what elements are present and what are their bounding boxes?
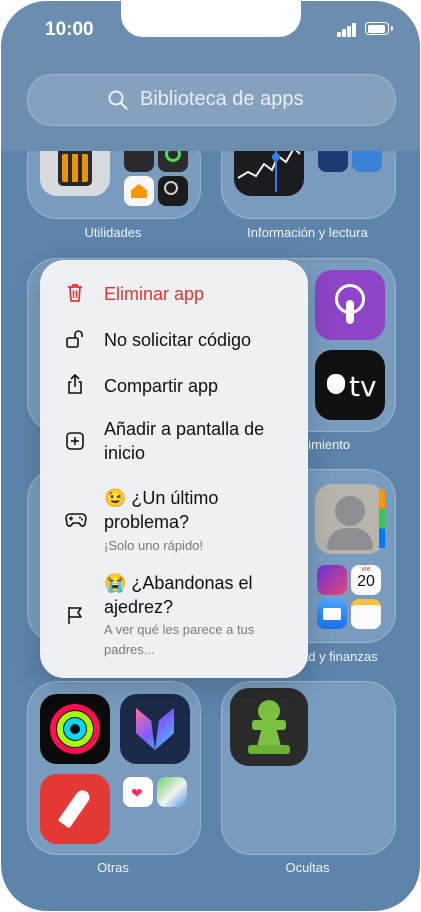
menu-item-abandon-chess[interactable]: 😭 ¿Abandonas el ajedrez? A ver qué les p… — [40, 570, 308, 660]
folder-label-ocultas: Ocultas — [285, 860, 330, 875]
cellular-signal-icon — [337, 23, 357, 37]
notes-app-icon[interactable] — [351, 599, 381, 629]
phone-frame: 10:00 Biblioteca de apps Utilidades Info… — [0, 0, 421, 912]
mail-app-icon[interactable] — [317, 599, 347, 629]
gamepad-icon — [65, 513, 87, 527]
menu-item-add-to-home[interactable]: Añadir a pantalla de inicio — [40, 414, 308, 468]
calendar-day-number: 20 — [357, 573, 375, 590]
menu-item-label: Eliminar app — [104, 284, 205, 304]
menu-item-share-app[interactable]: Compartir app — [40, 368, 308, 404]
magnifier-app-icon[interactable] — [158, 176, 188, 206]
folder-label-otras: Otras — [97, 860, 129, 875]
flag-icon — [68, 607, 82, 624]
menu-item-label: 😉 ¿Un último problema? — [104, 488, 219, 532]
add-square-icon — [66, 432, 84, 450]
menu-item-sublabel: A ver qué les parece a tus padres... — [104, 622, 255, 657]
folder-label-productividad: ad y finanzas — [301, 649, 378, 664]
chess-app-icon[interactable] — [230, 688, 308, 766]
menu-item-label: 😭 ¿Abandonas el ajedrez? — [104, 573, 253, 617]
calendar-day-abbr: vie — [361, 566, 371, 573]
calendar-app-icon[interactable]: vie 20 — [351, 565, 381, 595]
screen: 10:00 Biblioteca de apps Utilidades Info… — [1, 1, 420, 911]
folder-label-informacion: Información y lectura — [247, 225, 368, 240]
context-menu: Eliminar app No solicitar código Compart… — [40, 260, 308, 678]
home-app-icon[interactable] — [124, 176, 154, 206]
folder-label-entretenimiento: nimiento — [301, 437, 351, 452]
status-time: 10:00 — [45, 19, 94, 40]
status-bar: 10:00 — [1, 15, 420, 45]
rocket-app-icon[interactable] — [40, 774, 110, 844]
menu-item-label: Compartir app — [104, 376, 219, 396]
maps-app-icon[interactable] — [157, 777, 187, 807]
menu-item-no-passcode[interactable]: No solicitar código — [40, 322, 308, 358]
apple-tv-app-icon[interactable]: tv — [315, 350, 385, 420]
folder-ocultas[interactable] — [221, 681, 396, 855]
menu-item-label: No solicitar código — [104, 330, 252, 350]
menu-item-delete-app[interactable]: Eliminar app — [40, 276, 308, 312]
contacts-app-icon[interactable] — [315, 484, 385, 554]
app-library-search[interactable]: Biblioteca de apps — [27, 74, 396, 126]
folder-otras[interactable]: ❤ — [27, 681, 201, 855]
mindfulness-app-icon[interactable] — [120, 694, 190, 764]
search-icon — [108, 90, 128, 110]
shortcuts-app-icon[interactable] — [317, 565, 347, 595]
unlock-icon — [66, 330, 83, 348]
menu-item-sublabel: ¡Solo uno rápido! — [104, 538, 204, 553]
battery-icon — [365, 22, 393, 35]
menu-item-label: Añadir a pantalla de inicio — [104, 419, 265, 463]
menu-item-one-more-puzzle[interactable]: 😉 ¿Un último problema? ¡Solo uno rápido! — [40, 484, 308, 556]
search-placeholder: Biblioteca de apps — [140, 88, 304, 110]
fitness-app-icon[interactable] — [40, 694, 110, 764]
podcasts-app-icon[interactable] — [315, 270, 385, 340]
share-icon — [68, 374, 82, 394]
health-app-icon[interactable]: ❤ — [123, 777, 153, 807]
trash-icon — [68, 284, 82, 302]
folder-label-utilidades: Utilidades — [84, 225, 142, 240]
